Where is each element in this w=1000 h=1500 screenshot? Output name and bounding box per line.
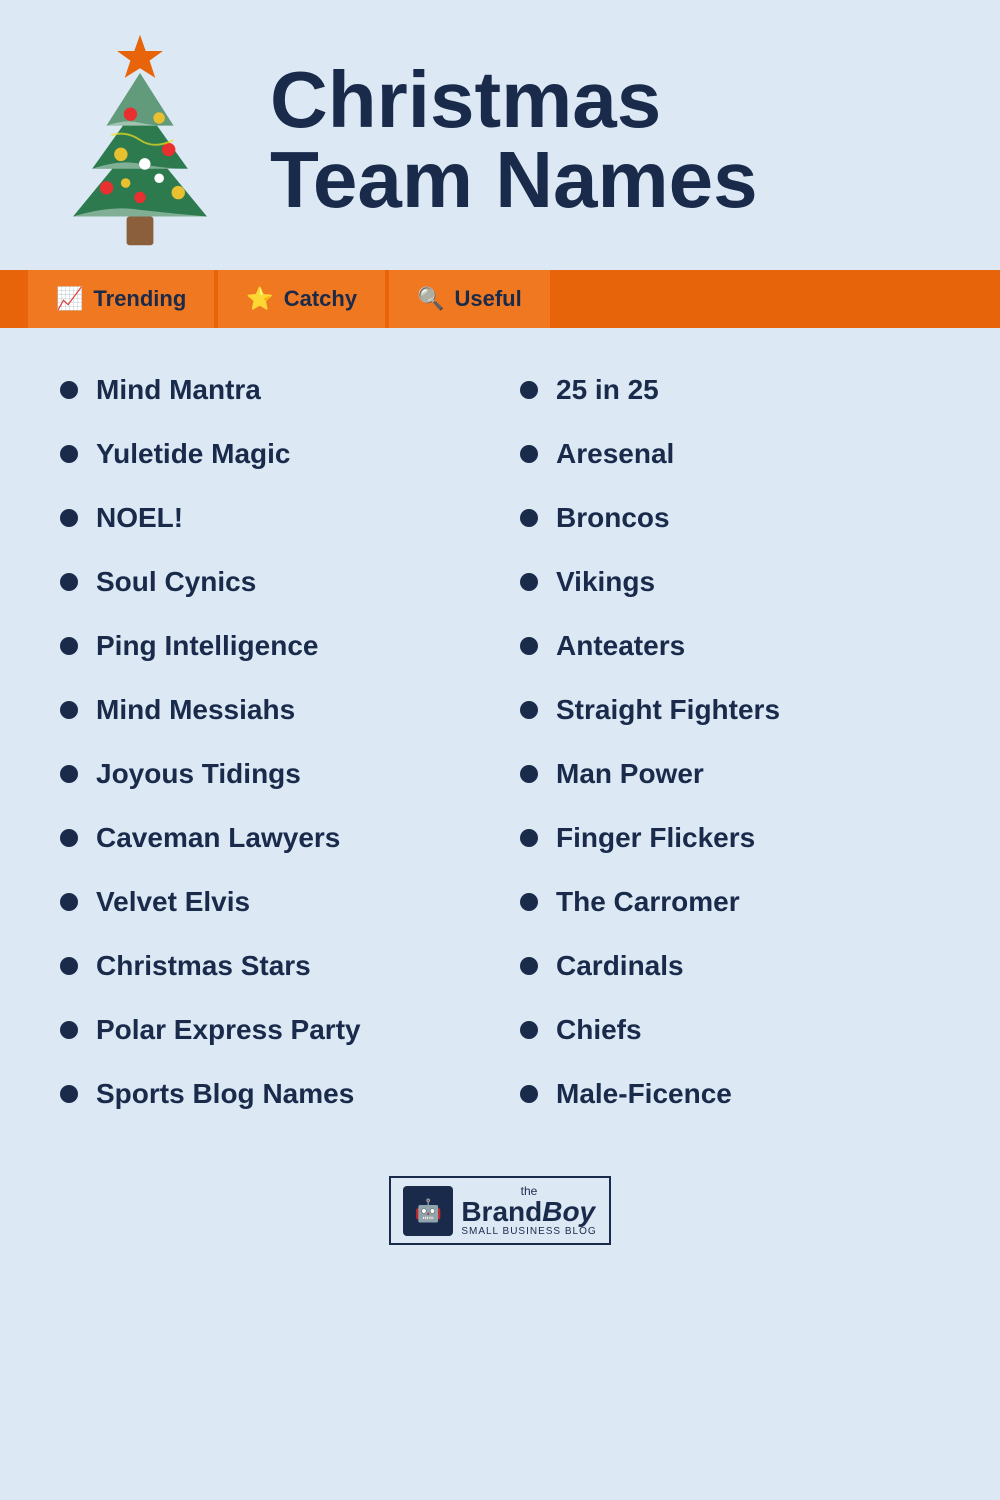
bullet-icon: [60, 701, 78, 719]
list-item: Christmas Stars: [60, 934, 500, 998]
team-name-text: Finger Flickers: [556, 822, 755, 854]
list-item: Ping Intelligence: [60, 614, 500, 678]
bullet-icon: [60, 893, 78, 911]
brand-logo: 🤖 the BrandBoy SMALL BUSINESS BLOG: [389, 1176, 610, 1245]
team-name-text: Straight Fighters: [556, 694, 780, 726]
bullet-icon: [520, 509, 538, 527]
christmas-tree-image: [30, 30, 250, 250]
bullet-icon: [520, 1085, 538, 1103]
team-name-text: Caveman Lawyers: [96, 822, 340, 854]
brand-text: the BrandBoy SMALL BUSINESS BLOG: [461, 1184, 596, 1237]
star-icon: ⭐: [246, 286, 273, 312]
bullet-icon: [60, 381, 78, 399]
list-item: Mind Messiahs: [60, 678, 500, 742]
search-icon: 🔍: [417, 286, 444, 312]
list-item: Yuletide Magic: [60, 422, 500, 486]
team-name-text: Yuletide Magic: [96, 438, 291, 470]
team-name-text: Sports Blog Names: [96, 1078, 354, 1110]
list-item: Vikings: [520, 550, 960, 614]
bullet-icon: [520, 893, 538, 911]
team-name-text: The Carromer: [556, 886, 740, 918]
bullet-icon: [60, 509, 78, 527]
team-name-text: Cardinals: [556, 950, 684, 982]
brand-name-text: BrandBoy: [461, 1198, 596, 1226]
team-names-section: Mind Mantra 25 in 25 Yuletide Magic Aresena…: [0, 328, 1000, 1146]
list-item: Anteaters: [520, 614, 960, 678]
team-name-text: Anteaters: [556, 630, 685, 662]
list-item: Joyous Tidings: [60, 742, 500, 806]
page-title: Christmas Team Names: [270, 60, 960, 220]
list-item: Broncos: [520, 486, 960, 550]
bullet-icon: [520, 381, 538, 399]
team-name-text: Broncos: [556, 502, 670, 534]
bullet-icon: [520, 445, 538, 463]
list-item: Soul Cynics: [60, 550, 500, 614]
bullet-icon: [60, 765, 78, 783]
list-item: Mind Mantra: [60, 358, 500, 422]
bullet-icon: [60, 829, 78, 847]
team-name-text: Man Power: [556, 758, 704, 790]
bullet-icon: [60, 573, 78, 591]
team-name-text: 25 in 25: [556, 374, 659, 406]
title-block: Christmas Team Names: [270, 60, 960, 220]
bullet-icon: [520, 701, 538, 719]
team-name-text: Vikings: [556, 566, 655, 598]
useful-button[interactable]: 🔍 Useful: [389, 270, 550, 328]
bullet-icon: [520, 765, 538, 783]
team-name-text: Male-Ficence: [556, 1078, 732, 1110]
bullet-icon: [60, 957, 78, 975]
team-name-text: Joyous Tidings: [96, 758, 301, 790]
bullet-icon: [520, 957, 538, 975]
catchy-label: Catchy: [284, 286, 357, 312]
list-item: Caveman Lawyers: [60, 806, 500, 870]
brand-mascot-icon: 🤖: [403, 1186, 453, 1236]
team-name-text: Soul Cynics: [96, 566, 256, 598]
trending-label: Trending: [93, 286, 186, 312]
bullet-icon: [520, 573, 538, 591]
list-item: Polar Express Party: [60, 998, 500, 1062]
list-item: The Carromer: [520, 870, 960, 934]
trending-icon: 📈: [56, 286, 83, 312]
bullet-icon: [60, 637, 78, 655]
bullet-icon: [520, 829, 538, 847]
bullet-icon: [520, 637, 538, 655]
list-item: 25 in 25: [520, 358, 960, 422]
bullet-icon: [60, 445, 78, 463]
list-item: Finger Flickers: [520, 806, 960, 870]
useful-label: Useful: [454, 286, 521, 312]
header-section: Christmas Team Names: [0, 0, 1000, 270]
team-name-text: Mind Mantra: [96, 374, 261, 406]
list-item: NOEL!: [60, 486, 500, 550]
nav-remainder: [554, 270, 1000, 328]
team-name-text: Chiefs: [556, 1014, 642, 1046]
bullet-icon: [60, 1085, 78, 1103]
list-item: Aresenal: [520, 422, 960, 486]
team-name-text: NOEL!: [96, 502, 183, 534]
team-name-text: Ping Intelligence: [96, 630, 318, 662]
team-name-text: Mind Messiahs: [96, 694, 295, 726]
catchy-button[interactable]: ⭐ Catchy: [218, 270, 385, 328]
brand-subtitle: SMALL BUSINESS BLOG: [461, 1226, 596, 1237]
team-names-grid: Mind Mantra 25 in 25 Yuletide Magic Aresena…: [60, 358, 960, 1126]
list-item: Man Power: [520, 742, 960, 806]
team-name-text: Polar Express Party: [96, 1014, 361, 1046]
bullet-icon: [520, 1021, 538, 1039]
list-item: Straight Fighters: [520, 678, 960, 742]
team-name-text: Velvet Elvis: [96, 886, 250, 918]
footer-section: 🤖 the BrandBoy SMALL BUSINESS BLOG: [0, 1146, 1000, 1265]
list-item: Cardinals: [520, 934, 960, 998]
team-name-text: Aresenal: [556, 438, 674, 470]
nav-accent: [0, 270, 28, 328]
list-item: Male-Ficence: [520, 1062, 960, 1126]
trending-button[interactable]: 📈 Trending: [28, 270, 214, 328]
team-name-text: Christmas Stars: [96, 950, 311, 982]
list-item: Sports Blog Names: [60, 1062, 500, 1126]
navigation-bar: 📈 Trending ⭐ Catchy 🔍 Useful: [0, 270, 1000, 328]
bullet-icon: [60, 1021, 78, 1039]
list-item: Velvet Elvis: [60, 870, 500, 934]
list-item: Chiefs: [520, 998, 960, 1062]
